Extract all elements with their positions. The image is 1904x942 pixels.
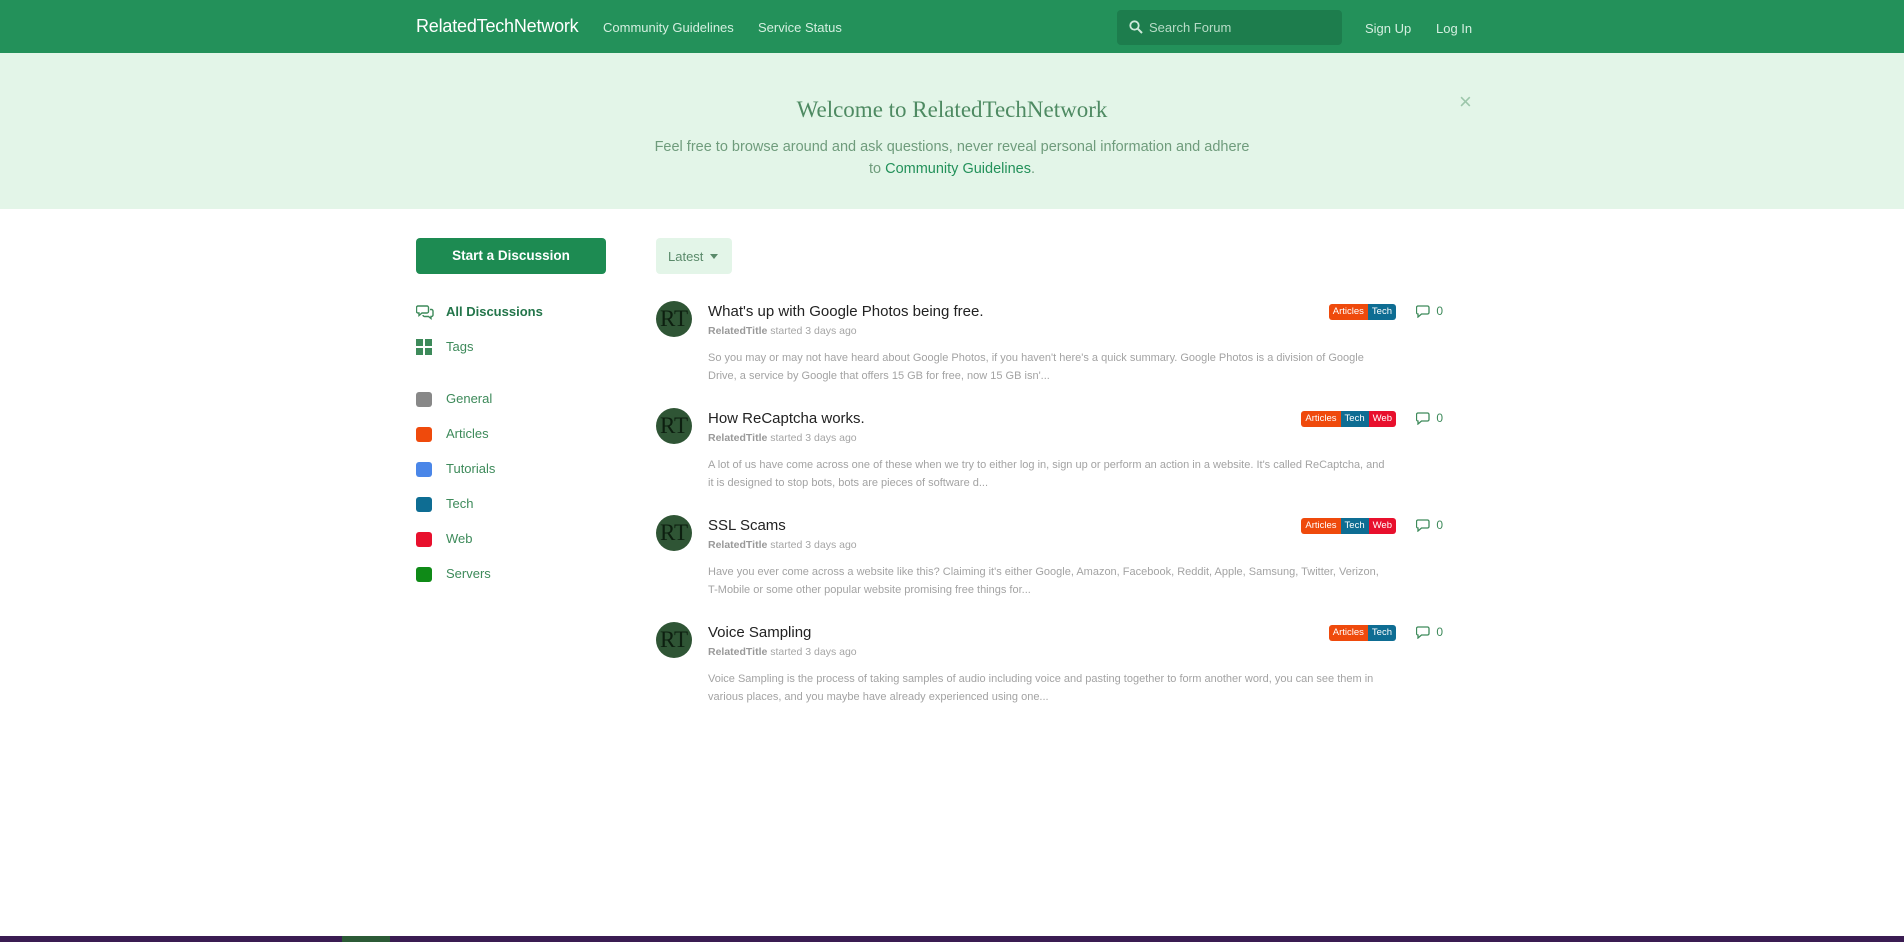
sidebar-tag-label: Servers [446,566,491,581]
discussion-excerpt: A lot of us have come across one of thes… [708,459,1385,489]
grid-icon [416,339,432,355]
tag-color-swatch [416,462,432,477]
discussion-item[interactable]: RT SSL Scams RelatedTitle started 3 days… [656,515,1446,615]
discussion-time: started 3 days ago [770,539,857,551]
reply-count-value: 0 [1436,304,1443,318]
avatar[interactable]: RT [656,301,692,337]
sidebar-tag-label: Web [446,531,473,546]
search-input[interactable] [1149,10,1339,45]
sort-dropdown[interactable]: Latest [656,238,732,274]
sidebar-item-label: Tags [446,339,474,354]
top-header: RelatedTechNetwork Community Guidelines … [0,0,1904,53]
reply-count: 0 [1416,625,1443,639]
discussion-excerpt: Voice Sampling is the process of taking … [708,673,1374,703]
footer-accent [342,936,390,942]
sort-selected-label: Latest [668,249,704,264]
reply-count-value: 0 [1436,518,1443,532]
sidebar-tag-label: Tutorials [446,461,496,476]
sidebar-tag-label: Articles [446,426,489,441]
avatar[interactable]: RT [656,408,692,444]
tag-badge-web[interactable]: Web [1368,411,1396,427]
reply-count: 0 [1416,518,1443,532]
tag-color-swatch [416,532,432,547]
tag-color-swatch [416,497,432,512]
reply-count: 0 [1416,411,1443,425]
comment-icon [1416,304,1430,318]
tag-color-swatch [416,567,432,582]
discussion-author[interactable]: RelatedTitle [708,432,767,444]
reply-count-value: 0 [1436,625,1443,639]
tag-badge-articles[interactable]: Articles [1301,411,1341,427]
discussion-author[interactable]: RelatedTitle [708,646,767,658]
nav-service-status[interactable]: Service Status [758,20,842,35]
discussion-title[interactable]: Voice Sampling [708,624,811,641]
sidebar-item-label: All Discussions [446,304,543,319]
discussion-tags: Articles Tech Web [1301,518,1396,534]
search-box[interactable] [1117,10,1342,45]
discussion-tags: Articles Tech [1328,625,1396,641]
discussion-title[interactable]: What's up with Google Photos being free. [708,303,984,320]
sidebar-tag-label: Tech [446,496,474,511]
hero-title: Welcome to RelatedTechNetwork [796,97,1108,122]
search-icon [1129,20,1143,34]
comment-icon [1416,625,1430,639]
discussion-excerpt: Have you ever come across a website like… [708,566,1379,596]
discussion-tags: Articles Tech Web [1301,411,1396,427]
discussion-time: started 3 days ago [770,325,857,337]
comment-icon [1416,518,1430,532]
sign-up-button[interactable]: Sign Up [1365,21,1411,36]
sidebar-tag-label: General [446,391,493,406]
close-icon[interactable]: × [1459,89,1472,115]
welcome-hero: Welcome to RelatedTechNetwork Feel free … [0,53,1904,209]
tag-badge-web[interactable]: Web [1368,518,1396,534]
footer-strip [0,936,1904,942]
avatar[interactable]: RT [656,622,692,658]
discussion-title[interactable]: SSL Scams [708,517,786,534]
discussion-author[interactable]: RelatedTitle [708,539,767,551]
discussion-item[interactable]: RT What's up with Google Photos being fr… [656,301,1446,401]
discussion-author[interactable]: RelatedTitle [708,325,767,337]
tag-badge-tech[interactable]: Tech [1340,518,1369,534]
discussion-meta: RelatedTitle started 3 days ago [708,432,857,444]
brand-logo[interactable]: RelatedTechNetwork [416,16,579,37]
hero-text: Feel free to browse around and ask quest… [652,136,1252,180]
tag-badge-tech[interactable]: Tech [1367,304,1396,320]
tag-badge-tech[interactable]: Tech [1340,411,1369,427]
nav-community-guidelines[interactable]: Community Guidelines [603,20,734,35]
discussion-title[interactable]: How ReCaptcha works. [708,410,865,427]
discussion-item[interactable]: RT How ReCaptcha works. RelatedTitle sta… [656,408,1446,508]
chevron-down-icon [710,254,718,259]
reply-count: 0 [1416,304,1443,318]
tag-badge-tech[interactable]: Tech [1367,625,1396,641]
discussion-meta: RelatedTitle started 3 days ago [708,325,857,337]
discussion-meta: RelatedTitle started 3 days ago [708,539,857,551]
tag-color-swatch [416,427,432,442]
comment-icon [1416,411,1430,425]
reply-count-value: 0 [1436,411,1443,425]
tag-badge-articles[interactable]: Articles [1301,518,1341,534]
avatar[interactable]: RT [656,515,692,551]
tag-badge-articles[interactable]: Articles [1328,304,1368,320]
tag-color-swatch [416,392,432,407]
discussion-item[interactable]: RT Voice Sampling RelatedTitle started 3… [656,622,1446,722]
tag-badge-articles[interactable]: Articles [1328,625,1368,641]
chat-bubbles-icon [416,305,434,320]
hero-guidelines-link[interactable]: Community Guidelines [885,161,1031,177]
discussion-time: started 3 days ago [770,646,857,658]
discussion-excerpt: So you may or may not have heard about G… [708,352,1364,382]
log-in-button[interactable]: Log In [1436,21,1472,36]
hero-text-end: . [1030,161,1036,177]
discussion-tags: Articles Tech [1328,304,1396,320]
discussion-meta: RelatedTitle started 3 days ago [708,646,857,658]
start-discussion-button[interactable]: Start a Discussion [416,238,606,274]
discussion-time: started 3 days ago [770,432,857,444]
